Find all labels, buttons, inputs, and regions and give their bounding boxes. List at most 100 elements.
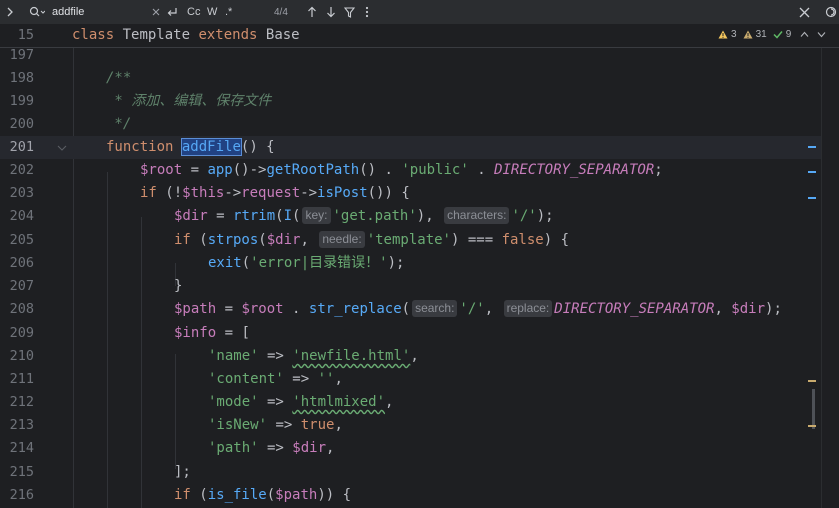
punctuation: ( [275, 208, 284, 224]
variable: $dir [266, 232, 301, 248]
fold-icon[interactable] [57, 143, 67, 153]
punctuation: ), [416, 208, 443, 224]
search-match-highlight: addFile [180, 138, 242, 156]
code-editor[interactable]: 15 class Template extends Base 197 198 1… [0, 24, 839, 508]
scrollbar-thumb[interactable] [812, 389, 815, 429]
search-input[interactable]: addfile [52, 0, 84, 24]
punctuation: ); [765, 301, 782, 317]
punctuation: , [334, 371, 343, 387]
operator: => [258, 440, 293, 456]
code-line-210: 'name' => 'newfile.html', [208, 345, 419, 368]
string: 'error|目录错误！' [250, 255, 388, 271]
line-number: 203 [9, 185, 34, 201]
regex-button[interactable]: .* [225, 0, 232, 24]
punctuation: ( [190, 487, 208, 503]
indent-guide [141, 217, 142, 508]
punctuation: ()-> [232, 162, 267, 178]
string: 'path' [208, 440, 259, 456]
check-icon [773, 31, 783, 39]
find-bar: addfile Cc W .* 4/4 [0, 0, 839, 25]
indent-guide [73, 47, 74, 508]
string: '/' [511, 208, 537, 224]
line-number: 211 [9, 371, 34, 387]
chevron-up-icon[interactable] [800, 31, 809, 38]
string: '/' [459, 301, 485, 317]
function-call: is_file [207, 487, 267, 503]
parameter-hint: replace: [503, 300, 553, 317]
weak-warning-count: 31 [755, 29, 767, 40]
code-line-211: 'content' => '', [208, 368, 343, 391]
operator: => [258, 348, 293, 364]
warning-marker[interactable] [808, 380, 816, 382]
line-number: 200 [9, 116, 34, 132]
string: 'name' [208, 348, 259, 364]
line-number: 202 [9, 162, 34, 178]
punctuation: (! [156, 185, 183, 201]
previous-occurrence-icon[interactable] [307, 0, 317, 24]
doc-comment-line: */ [106, 113, 131, 136]
punctuation: , [410, 348, 419, 364]
line-number: 206 [9, 255, 34, 271]
more-options-icon[interactable] [365, 0, 369, 24]
search-history-icon[interactable] [29, 0, 45, 24]
string: 'get.path' [332, 208, 417, 224]
filter-icon[interactable] [344, 0, 355, 24]
code-line-208: $path = $root . str_replace(search: '/', … [174, 298, 782, 321]
warning-marker[interactable] [808, 425, 816, 427]
property: request [241, 185, 301, 201]
expand-replace-icon[interactable] [6, 0, 14, 24]
line-number: 199 [9, 93, 34, 109]
ok-count: 9 [785, 29, 792, 40]
line-number: 215 [9, 464, 34, 480]
code-line-202: $root = app()->getRootPath() . 'public' … [140, 159, 663, 182]
punctuation: ) { [543, 232, 570, 248]
keyword: if [174, 487, 191, 503]
string: 'public' [401, 162, 469, 178]
boolean: false [501, 232, 544, 248]
function-call: I [283, 208, 293, 224]
line-number: 210 [9, 348, 34, 364]
string: 'content' [208, 371, 284, 387]
doc-comment: /** [106, 70, 132, 86]
punctuation: ); [387, 255, 405, 271]
match-case-button[interactable]: Cc [187, 0, 200, 24]
error-stripe[interactable] [812, 24, 839, 508]
occurrence-marker[interactable] [808, 171, 816, 173]
occurrence-marker[interactable] [808, 197, 816, 199]
punctuation: , [484, 301, 502, 317]
close-find-icon[interactable] [799, 0, 810, 24]
operator: => [267, 417, 301, 433]
function-call: str_replace [308, 301, 402, 317]
inspections-widget[interactable]: 3 31 9 [718, 29, 826, 40]
ai-assistant-icon[interactable] [825, 0, 837, 24]
next-occurrence-icon[interactable] [326, 0, 336, 24]
base-class: Base [257, 27, 300, 43]
class-name: Template [114, 27, 199, 43]
sticky-header[interactable]: 15 class Template extends Base [0, 24, 839, 48]
line-number: 208 [9, 301, 34, 317]
new-line-icon[interactable] [166, 0, 178, 24]
operator: ) === [450, 232, 502, 248]
search-query: addfile [52, 6, 85, 18]
punctuation: ); [536, 208, 554, 224]
variable: $info [174, 325, 217, 341]
punctuation: , [300, 232, 318, 248]
punctuation: )) { [317, 487, 352, 503]
punctuation: () . [359, 162, 402, 178]
line-number: 216 [9, 487, 34, 503]
clear-search-icon[interactable] [152, 0, 160, 24]
code-line-216: if (is_file($path)) { [174, 484, 351, 507]
chevron-down-icon[interactable] [817, 31, 826, 38]
punctuation: , [385, 394, 394, 410]
doc-comment-line: * 添加、编辑、保存文件 [106, 90, 271, 113]
whole-words-button[interactable]: W [207, 0, 217, 24]
line-number: 209 [9, 325, 34, 341]
keyword: function [106, 139, 174, 155]
string: '' [317, 371, 335, 387]
variable: $dir [174, 208, 208, 224]
match-count: 4/4 [274, 0, 288, 24]
code-line-203: if (!$this->request->isPost()) { [140, 182, 410, 205]
occurrence-marker[interactable] [808, 146, 816, 148]
variable: $dir [731, 301, 766, 317]
parameter-hint: needle: [319, 231, 365, 248]
